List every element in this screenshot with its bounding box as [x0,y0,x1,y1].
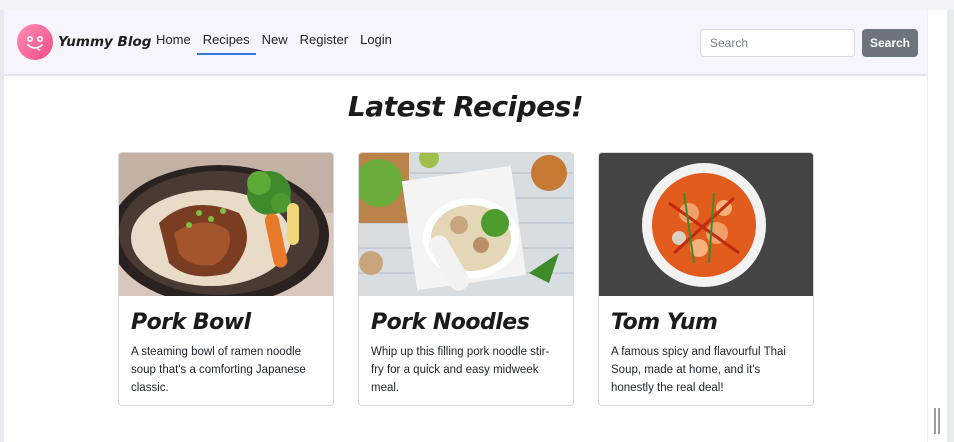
nav-item-new[interactable]: New [256,30,294,55]
recipe-card-tom-yum[interactable]: Tom Yum A famous spicy and flavourful Th… [598,152,814,406]
main-nav: Home Recipes New Register Login [150,30,398,55]
card-title: Pork Noodles [371,310,530,335]
smiley-face-icon [17,24,53,60]
card-description: A steaming bowl of ramen noodle soup tha… [131,346,306,394]
card-title: Tom Yum [611,310,718,335]
browser-top-strip [0,0,954,10]
card-description: Whip up this filling pork noodle stir-fr… [371,346,550,394]
recipe-image-pork-bowl [119,153,333,296]
recipe-card-pork-noodles[interactable]: Pork Noodles Whip up this filling pork n… [358,152,574,406]
page: Yummy Blog Home Recipes New Register Log… [4,10,927,442]
scroll-gutter [927,10,947,442]
nav-item-recipes[interactable]: Recipes [196,30,256,55]
page-title: Latest Recipes! [347,90,584,123]
brand[interactable]: Yummy Blog [17,24,151,60]
brand-name: Yummy Blog [58,34,152,50]
card-description: A famous spicy and flavourful Thai Soup,… [611,346,786,394]
nav-item-register[interactable]: Register [294,30,354,55]
recipe-image-pork-noodles [359,153,573,296]
recipe-image-tom-yum [599,153,813,296]
nav-item-home[interactable]: Home [150,30,197,55]
navbar: Yummy Blog Home Recipes New Register Log… [4,10,927,76]
search-button[interactable]: Search [862,29,918,57]
nav-item-login[interactable]: Login [354,30,398,55]
card-title: Pork Bowl [131,310,251,335]
recipe-card-pork-bowl[interactable]: Pork Bowl A steaming bowl of ramen noodl… [118,152,334,406]
resize-grip-icon[interactable] [934,408,940,434]
search-input[interactable] [700,29,855,57]
